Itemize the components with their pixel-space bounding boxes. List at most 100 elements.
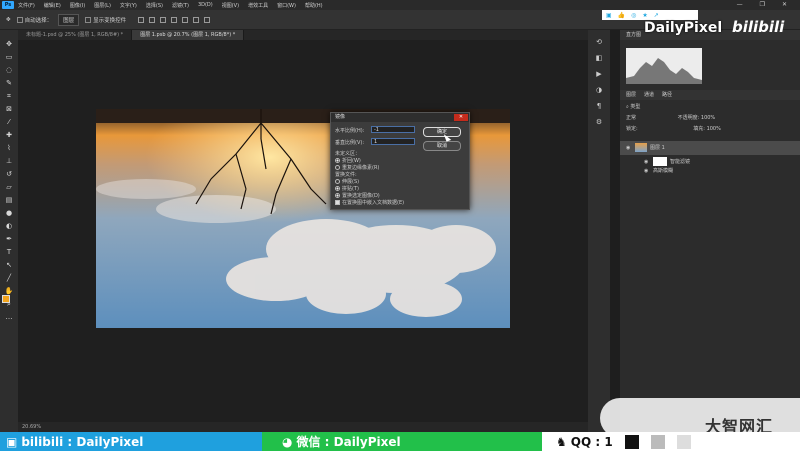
layer-filter-row: ⌕ 类型 [620, 103, 800, 110]
stamp-icon[interactable]: ⊥ [5, 157, 14, 166]
menu-edit[interactable]: 编辑(E) [44, 2, 61, 9]
ok-button[interactable]: 确定 [423, 127, 461, 137]
vertical-scale-input[interactable]: 1 [371, 138, 415, 145]
eye-icon[interactable]: ◉ [626, 141, 632, 155]
type-icon[interactable]: T [5, 248, 14, 257]
eye-icon[interactable]: ◉ [644, 168, 650, 174]
menu-filter[interactable]: 滤镜(T) [172, 2, 189, 9]
brush-icon[interactable]: ⌇ [5, 144, 14, 153]
color-panel-icon[interactable]: ◧ [596, 54, 603, 62]
menu-view[interactable]: 视图(V) [222, 2, 239, 9]
maximize-icon[interactable]: ❐ [760, 0, 765, 10]
menu-plugins[interactable]: 增效工具 [248, 2, 268, 9]
layer-thumbnail [635, 143, 647, 152]
menu-layer[interactable]: 图层(L) [94, 2, 111, 9]
paragraph-panel-icon[interactable]: ¶ [597, 102, 601, 110]
menu-type[interactable]: 文字(Y) [120, 2, 137, 9]
eraser-icon[interactable]: ▱ [5, 183, 14, 192]
history-brush-icon[interactable]: ↺ [5, 170, 14, 179]
tab-layer1-psb[interactable]: 图层 1.psb @ 20.7% (图层 1, RGB/8*) * [132, 30, 245, 40]
undefined-area-label: 未定义区： [335, 151, 361, 157]
layer-row-gaussian[interactable]: ◉ 高斯模糊 [620, 167, 800, 174]
distribute-icon[interactable] [204, 16, 211, 23]
gaussian-blur-name: 高斯模糊 [653, 168, 674, 174]
stretch-option[interactable]: 伸展(S) [335, 178, 359, 185]
tile-option[interactable]: 拼贴(T) [335, 185, 359, 192]
histogram-graph [626, 48, 702, 84]
menu-window[interactable]: 窗口(W) [277, 2, 296, 9]
menu-file[interactable]: 文件(F) [18, 2, 35, 9]
auto-select-checkbox[interactable]: 自动选择： [16, 16, 52, 24]
frame-icon[interactable]: ⊠ [5, 105, 14, 114]
align-center-icon[interactable] [149, 16, 156, 23]
move-tool-icon[interactable]: ✥ [6, 17, 11, 23]
tile-radio[interactable] [335, 186, 340, 191]
blend-mode-select[interactable]: 正常 [626, 115, 636, 121]
bilibili-banner: ▣ bilibili : DailyPixel [0, 432, 262, 451]
dodge-icon[interactable]: ◐ [5, 222, 14, 231]
displace-dialog: 镜像 ✕ 水平比例(H): -1 垂直比例(V): 1 确定 取消 未定义区： … [330, 112, 470, 210]
wrap-option[interactable]: 折回(W) [335, 157, 361, 164]
menu-help[interactable]: 帮助(H) [305, 2, 323, 9]
properties-panel-icon[interactable]: ⚙ [596, 118, 602, 126]
pen-icon[interactable]: ✒ [5, 235, 14, 244]
bilibili-tv-icon: ▣ [606, 11, 612, 19]
opacity-input[interactable]: 100% [701, 115, 715, 121]
align-right-icon[interactable] [160, 16, 167, 23]
healing-icon[interactable]: ✚ [5, 131, 14, 140]
social-icons-strip: ▣ 👍 ◎ ★ ↗ [602, 10, 698, 20]
replace-option[interactable]: 置换选定图像(D) [335, 192, 380, 199]
target-select[interactable]: 图层 [58, 13, 80, 26]
menu-select[interactable]: 选择(S) [146, 2, 163, 9]
foreground-color-swatch[interactable] [2, 295, 10, 303]
align-left-icon[interactable] [138, 16, 145, 23]
minimize-icon[interactable]: — [737, 0, 743, 10]
zoom-level[interactable]: 20.69% [22, 424, 41, 430]
align-bottom-icon[interactable] [193, 16, 200, 23]
dialog-close-icon[interactable]: ✕ [454, 114, 468, 121]
gradient-icon[interactable]: ▤ [5, 196, 14, 205]
horizontal-scale-input[interactable]: -1 [371, 126, 415, 133]
qq-label: QQ : 1 [570, 434, 613, 449]
layer-row-layer1[interactable]: ◉ 图层 1 [620, 141, 800, 155]
lasso-icon[interactable]: ◌ [5, 66, 14, 75]
blend-row: 正常 不透明度: 100% [620, 114, 800, 121]
tab-untitled[interactable]: 未标题-1.psd @ 25% (图层 1, RGB/8#) * [18, 30, 133, 40]
layer-row-smart-filter[interactable]: ◉ 智能滤镜 [620, 157, 800, 166]
status-bar: 20.69% [18, 422, 588, 432]
cancel-button[interactable]: 取消 [423, 141, 461, 151]
marquee-icon[interactable]: ▭ [5, 53, 14, 62]
move-icon[interactable]: ✥ [5, 40, 14, 49]
menu-image[interactable]: 图像(I) [70, 2, 85, 9]
menu-3d[interactable]: 3D(D) [198, 2, 213, 8]
path-select-icon[interactable]: ↖ [5, 261, 14, 270]
repeat-option[interactable]: 重复边缘像素(R) [335, 164, 379, 171]
eye-icon[interactable]: ◉ [644, 159, 650, 165]
align-top-icon[interactable] [171, 16, 178, 23]
crop-icon[interactable]: ⌗ [5, 92, 14, 101]
embed-option[interactable]: 在置换图中嵌入文档数据(E) [335, 199, 404, 206]
fill-input[interactable]: 100% [707, 126, 721, 132]
quick-select-icon[interactable]: ✎ [5, 79, 14, 88]
embed-checkbox[interactable] [335, 200, 340, 205]
tab-layers[interactable]: 图层 [626, 90, 636, 100]
history-panel-icon[interactable]: ⟲ [596, 38, 602, 46]
transform-checkbox[interactable]: 显示变换控件 [85, 16, 126, 24]
play-panel-icon[interactable]: ▶ [596, 70, 601, 78]
lock-row: 锁定: 填充: 100% [620, 125, 800, 132]
line-icon[interactable]: ╱ [5, 274, 14, 283]
more-icon[interactable]: … [5, 313, 14, 322]
eyedropper-icon[interactable]: ⁄ [5, 118, 14, 127]
stretch-radio[interactable] [335, 179, 340, 184]
layer-filter-select[interactable]: 类型 [630, 104, 640, 110]
wrap-radio[interactable] [335, 158, 340, 163]
close-icon[interactable]: ✕ [782, 0, 787, 10]
adjust-panel-icon[interactable]: ◑ [596, 86, 602, 94]
replace-radio[interactable] [335, 193, 340, 198]
tab-paths[interactable]: 路径 [662, 90, 672, 100]
repeat-radio[interactable] [335, 165, 340, 170]
blur-icon[interactable]: ● [5, 209, 14, 218]
align-middle-icon[interactable] [182, 16, 189, 23]
tab-channels[interactable]: 通道 [644, 90, 654, 100]
canvas-area[interactable] [18, 40, 588, 422]
